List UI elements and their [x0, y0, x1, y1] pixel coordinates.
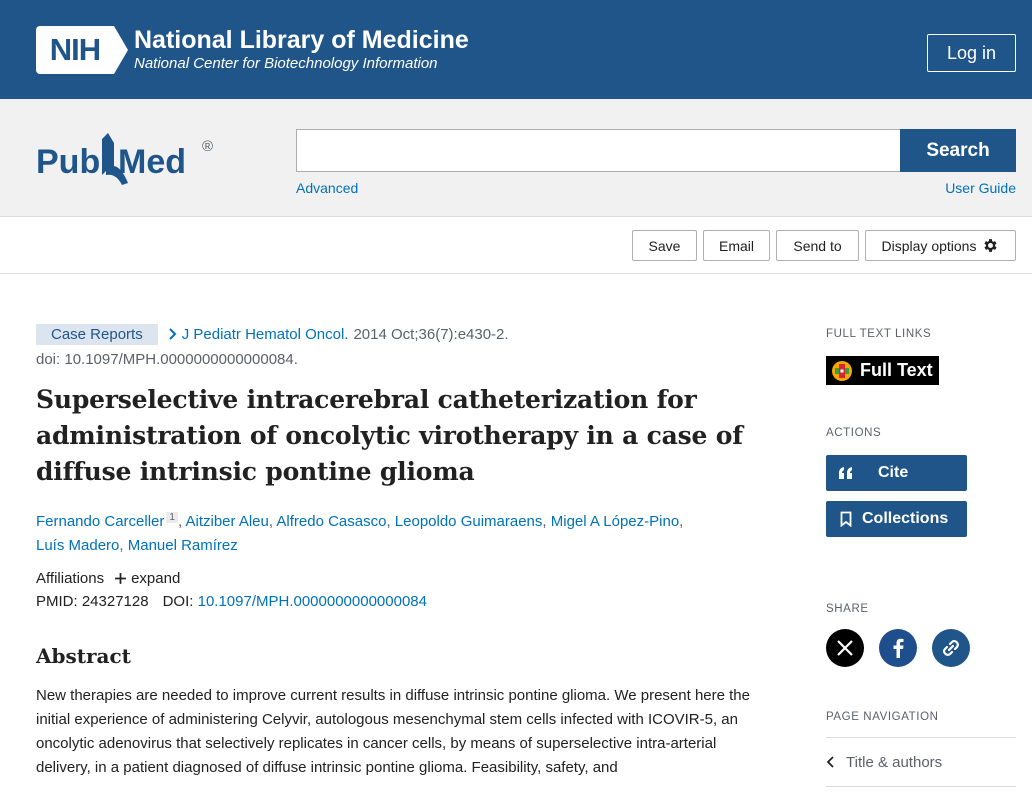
full-text-label: Full Text [860, 360, 933, 380]
author-link[interactable]: Fernando Carceller [36, 513, 164, 530]
display-options-label: Display options [881, 237, 977, 254]
citation-text: 2014 Oct;36(7):e430-2. [353, 325, 509, 343]
nih-header: NIH National Library of Medicine Nationa… [0, 0, 1032, 99]
affiliations-row: Affiliations expand [36, 570, 766, 587]
x-logo-icon [837, 640, 853, 656]
abstract-text: New therapies are needed to improve curr… [36, 687, 750, 776]
share-x-button[interactable] [826, 629, 864, 667]
article-meta: Case Reports J Pediatr Hematol Oncol. 20… [36, 322, 766, 346]
nih-logo-box: NIH [36, 26, 128, 74]
pubmed-logo-text-med: Med [118, 143, 186, 181]
share-heading: SHARE [826, 603, 869, 615]
nih-logo-text: National Library of Medicine National Ce… [134, 26, 469, 74]
facebook-icon [893, 638, 904, 658]
abstract-heading: Abstract [36, 644, 131, 668]
send-to-button[interactable]: Send to [776, 230, 859, 261]
actions-toolbar: Save Email Send to Display options [0, 218, 1032, 274]
cite-label: Cite [878, 464, 909, 481]
login-button[interactable]: Log in [927, 34, 1016, 72]
chevron-right-icon [169, 328, 177, 340]
search-input[interactable] [296, 129, 900, 172]
journal-link[interactable]: J Pediatr Hematol Oncol. [182, 326, 349, 343]
doi-link[interactable]: 10.1097/MPH.0000000000000084 [198, 593, 427, 610]
search-band: Pub Med ® Search Advanced User Guide [0, 99, 1032, 217]
email-button[interactable]: Email [703, 230, 770, 261]
article-sidebar: FULL TEXT LINKS Full Text ACTIONS Cite C… [826, 328, 1016, 787]
page-nav-label: Title & authors [846, 753, 943, 771]
nih-title: National Library of Medicine [134, 26, 469, 54]
author-link[interactable]: Alfredo Casasco [276, 513, 386, 530]
author-link[interactable]: Migel A López-Pino [551, 513, 679, 530]
settings-gear-icon [984, 239, 998, 252]
link-icon [942, 639, 959, 656]
affiliations-expand-toggle[interactable]: expand [114, 570, 180, 587]
pmid-label: PMID: [36, 593, 78, 610]
quote-icon [839, 467, 852, 479]
bookmark-icon [840, 511, 852, 527]
nih-subtitle: National Center for Biotechnology Inform… [134, 55, 438, 72]
actions-heading: ACTIONS [826, 427, 882, 439]
plus-icon [115, 573, 127, 584]
publication-type-badge: Case Reports [36, 323, 158, 345]
pubmed-logo-text-pub: Pub [36, 143, 100, 181]
author-link[interactable]: Leopoldo Guimaraens [395, 513, 543, 530]
pmid-value: 24327128 [81, 593, 149, 610]
author-link[interactable]: Luís Madero [36, 537, 119, 554]
publisher-logo-icon [832, 360, 852, 381]
pmid: PMID: 24327128 [36, 593, 149, 610]
doi-line: doi: 10.1097/MPH.0000000000000084. [36, 351, 298, 368]
advanced-search-link[interactable]: Advanced [296, 180, 358, 196]
registered-mark: ® [202, 138, 213, 155]
search-button[interactable]: Search [900, 129, 1016, 172]
affiliation-superscript[interactable]: 1 [166, 512, 178, 523]
author-list: Fernando Carceller 1, Aitziber Aleu, Alfr… [36, 512, 684, 554]
expand-label: expand [131, 570, 181, 587]
collections-button[interactable]: Collections [826, 501, 967, 537]
doi-label: DOI: [162, 593, 194, 610]
chevron-left-icon [826, 756, 834, 768]
author-link[interactable]: Manuel Ramírez [128, 537, 238, 554]
full-text-links-heading: FULL TEXT LINKS [826, 328, 932, 340]
share-buttons [826, 629, 1016, 667]
doi: DOI: 10.1097/MPH.0000000000000084 [163, 593, 427, 610]
nih-logo[interactable]: NIH National Library of Medicine Nationa… [36, 26, 469, 74]
save-button[interactable]: Save [632, 230, 697, 261]
cite-button[interactable]: Cite [826, 455, 967, 491]
user-guide-link[interactable]: User Guide [945, 180, 1016, 196]
article-main: Case Reports J Pediatr Hematol Oncol. 20… [36, 322, 766, 780]
share-facebook-button[interactable] [879, 629, 917, 667]
article-title: Superselective intracerebral catheteriza… [36, 385, 743, 486]
author-link[interactable]: Aitziber Aleu [185, 513, 268, 530]
display-options-button[interactable]: Display options [865, 230, 1016, 261]
collections-label: Collections [862, 510, 949, 527]
copy-link-button[interactable] [932, 629, 970, 667]
page-navigation-heading: PAGE NAVIGATION [826, 711, 939, 723]
pubmed-logo[interactable]: Pub Med ® [36, 129, 226, 189]
full-text-link[interactable]: Full Text [826, 356, 939, 385]
affiliations-label: Affiliations [36, 570, 105, 587]
page-nav-title-authors[interactable]: Title & authors [826, 737, 1016, 787]
identifiers-row: PMID: 24327128 DOI: 10.1097/MPH.00000000… [36, 593, 766, 610]
